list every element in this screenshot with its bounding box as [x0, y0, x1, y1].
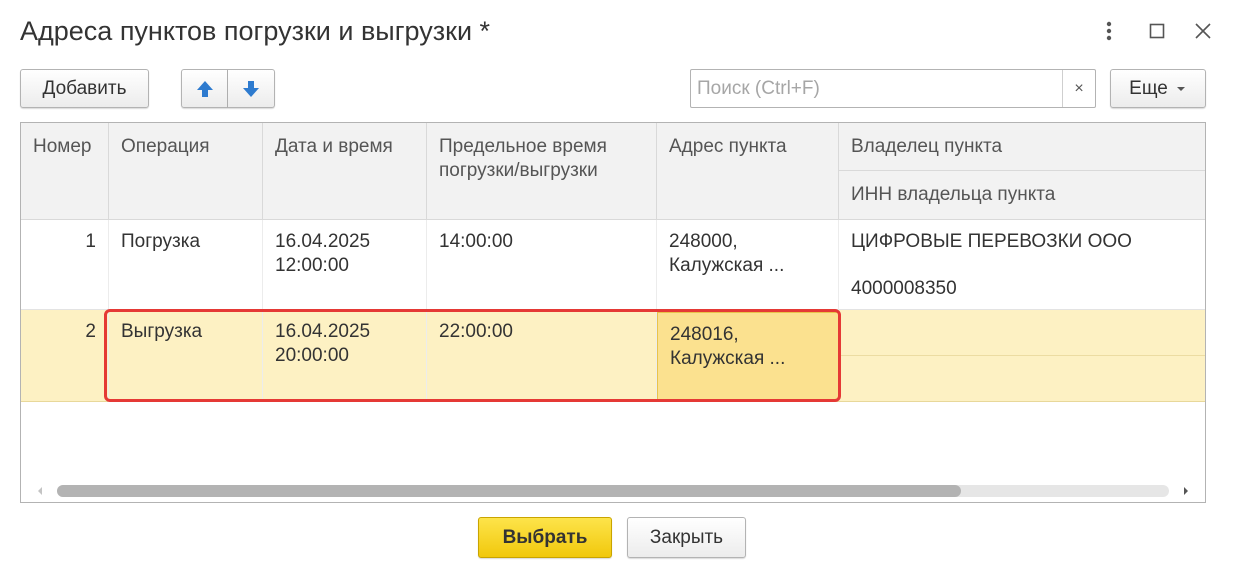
- search-field[interactable]: ×: [690, 69, 1096, 108]
- column-header-address[interactable]: Адрес пункта: [657, 123, 839, 220]
- close-button[interactable]: Закрыть: [627, 517, 746, 558]
- row-datetime[interactable]: 16.04.2025 12:00:00: [263, 220, 427, 310]
- row-address-active-cell[interactable]: 248016, Калужская ...: [657, 312, 839, 400]
- scroll-right-button[interactable]: [1179, 485, 1193, 497]
- chevron-down-icon: [1176, 86, 1185, 91]
- row-date: 16.04.2025: [275, 231, 371, 252]
- row-owner[interactable]: ЦИФРОВЫЕ ПЕРЕВОЗКИ ООО: [839, 220, 1205, 265]
- more-button-label: Еще: [1129, 77, 1168, 99]
- vertical-dots-icon: [1106, 21, 1112, 41]
- column-header-deadline-line2: погрузки/выгрузки: [439, 160, 598, 181]
- row-datetime[interactable]: 16.04.2025 20:00:00: [263, 310, 427, 402]
- addresses-table[interactable]: Номер Операция Дата и время Предельное в…: [20, 122, 1206, 503]
- row-time: 12:00:00: [275, 255, 349, 276]
- move-up-button[interactable]: [181, 69, 228, 108]
- more-actions-button[interactable]: [1094, 16, 1124, 46]
- close-icon: [1195, 23, 1211, 39]
- horizontal-scrollbar-thumb[interactable]: [57, 485, 961, 497]
- search-clear-button[interactable]: ×: [1062, 70, 1095, 107]
- close-window-button[interactable]: [1188, 16, 1218, 46]
- row-address-line2: Калужская ...: [669, 255, 785, 276]
- row-deadline[interactable]: 14:00:00: [427, 220, 657, 310]
- column-header-number[interactable]: Номер: [21, 123, 109, 220]
- row-address-line1: 248000,: [669, 231, 738, 252]
- column-header-operation[interactable]: Операция: [109, 123, 263, 220]
- row-operation[interactable]: Погрузка: [109, 220, 263, 310]
- search-input[interactable]: [691, 70, 1062, 107]
- row-owner-inn[interactable]: 4000008350: [839, 265, 1205, 310]
- move-down-button[interactable]: [228, 69, 275, 108]
- row-time: 20:00:00: [275, 345, 349, 366]
- column-header-owner[interactable]: Владелец пункта: [839, 123, 1205, 171]
- row-number[interactable]: 1: [21, 220, 109, 310]
- row-operation[interactable]: Выгрузка: [109, 310, 263, 402]
- select-button[interactable]: Выбрать: [478, 517, 612, 558]
- chevron-left-icon: [38, 487, 42, 495]
- add-button[interactable]: Добавить: [20, 69, 149, 108]
- maximize-button[interactable]: [1142, 16, 1172, 46]
- row-address-line2: Калужская ...: [670, 348, 786, 369]
- column-header-datetime[interactable]: Дата и время: [263, 123, 427, 220]
- arrow-down-icon: [243, 80, 259, 97]
- scroll-left-button[interactable]: [33, 485, 47, 497]
- column-header-deadline[interactable]: Предельное время погрузки/выгрузки: [427, 123, 657, 220]
- column-header-deadline-line1: Предельное время: [439, 136, 607, 157]
- square-icon: [1149, 23, 1165, 39]
- row-owner-inn[interactable]: [839, 356, 1205, 402]
- row-address[interactable]: 248000, Калужская ...: [657, 220, 839, 310]
- window-title: Адреса пунктов погрузки и выгрузки *: [20, 16, 491, 46]
- row-deadline[interactable]: 22:00:00: [427, 310, 657, 402]
- row-owner[interactable]: [839, 310, 1205, 356]
- row-address-line1: 248016,: [670, 324, 739, 345]
- arrow-up-icon: [196, 80, 213, 97]
- row-number[interactable]: 2: [21, 310, 109, 402]
- more-button[interactable]: Еще: [1110, 69, 1206, 108]
- chevron-right-icon: [1184, 487, 1188, 495]
- column-header-owner-inn[interactable]: ИНН владельца пункта: [839, 171, 1205, 220]
- row-date: 16.04.2025: [275, 321, 371, 342]
